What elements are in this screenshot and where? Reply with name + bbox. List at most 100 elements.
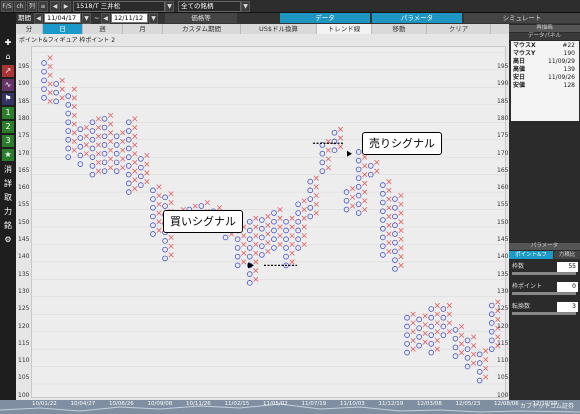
redraw-button[interactable]: 再描画 xyxy=(509,25,580,32)
o-mark xyxy=(101,124,108,131)
o-mark xyxy=(271,236,277,242)
param-value[interactable]: 55 xyxy=(557,262,578,272)
tab-parameter[interactable]: パラメータ xyxy=(372,13,462,23)
tab-usd[interactable]: US$ドル換算 xyxy=(241,24,317,34)
symbol-field[interactable]: 1518/T 三井松 xyxy=(73,1,165,12)
tab-minute[interactable]: 分 xyxy=(16,24,43,34)
x-tick-label: 10/11/26 xyxy=(186,401,211,407)
chart-panel: ポイント&フィギュア 枠ポイント 2 195 190 185 180 175 170 165… xyxy=(16,34,509,400)
mode-chart-button[interactable]: ch xyxy=(14,1,26,12)
o-mark xyxy=(319,168,326,174)
o-mark xyxy=(234,245,241,251)
param-value[interactable]: 0 xyxy=(557,282,578,292)
tab-trendline[interactable]: トレンド線 xyxy=(317,24,372,34)
arrow-left-icon[interactable]: ◀ xyxy=(50,1,60,12)
tab-clear[interactable]: クリア xyxy=(427,24,491,34)
list-button[interactable]: ≡ xyxy=(38,1,48,12)
y-tick-left: 135 xyxy=(18,270,30,278)
tab-daily[interactable]: 日 xyxy=(43,24,83,34)
mode-fs-button[interactable]: F/S xyxy=(1,1,13,12)
stock-button[interactable]: 銘 xyxy=(2,220,14,232)
param-value[interactable]: 3 xyxy=(557,302,578,312)
y-tick-right: 145 xyxy=(497,236,509,243)
indicator-icon[interactable]: ∿ xyxy=(2,79,14,91)
o-mark xyxy=(404,349,410,356)
brand-label: カブドットコム証券 xyxy=(520,403,575,410)
pf-chart xyxy=(32,52,505,385)
x-tick-label: 11/05/02 xyxy=(263,401,288,407)
flag-icon[interactable]: ⚑ xyxy=(2,93,14,105)
crosshair-icon[interactable]: ✚ xyxy=(2,37,14,49)
layout-2-button[interactable]: 2 xyxy=(2,121,14,133)
o-mark xyxy=(440,332,447,338)
x-mark xyxy=(386,231,392,237)
tab-simulate[interactable]: シミュレート xyxy=(464,13,580,23)
date-to-field[interactable]: 12/11/12 xyxy=(111,13,148,23)
list-dropdown-icon[interactable]: ▼ xyxy=(241,1,250,12)
o-mark xyxy=(452,353,459,359)
o-mark xyxy=(234,236,241,242)
x-mark xyxy=(168,199,174,206)
building-icon[interactable]: ⌂ xyxy=(2,51,14,63)
o-mark xyxy=(488,337,495,344)
x-mark xyxy=(71,95,77,101)
param-slider[interactable] xyxy=(512,292,576,295)
o-mark xyxy=(113,142,120,148)
date-from-field[interactable]: 11/04/17 xyxy=(44,13,81,23)
symbol-dropdown-icon[interactable]: ▼ xyxy=(165,1,174,12)
x-mark xyxy=(132,142,138,148)
date-mid-icon[interactable]: ◀ xyxy=(101,13,110,24)
x-mark xyxy=(313,184,319,190)
x-mark xyxy=(83,151,89,157)
x-mark xyxy=(434,302,440,309)
list-selector[interactable]: 全ての銘柄 xyxy=(178,1,241,12)
o-mark xyxy=(77,143,84,150)
date-from-calendar-icon[interactable]: ▼ xyxy=(82,13,91,24)
x-mark xyxy=(313,175,319,181)
x-mark xyxy=(95,151,102,157)
date-to-calendar-icon[interactable]: ▼ xyxy=(149,13,158,24)
tab-data[interactable]: データ xyxy=(280,13,370,23)
x-tick-label: 10/09/08 xyxy=(147,401,173,407)
x-mark xyxy=(168,252,174,258)
y-tick-right: 175 xyxy=(497,132,509,140)
param-slider[interactable] xyxy=(512,312,576,315)
tab-weekly[interactable]: 週 xyxy=(83,24,123,34)
tab-move[interactable]: 移動 xyxy=(372,24,427,34)
arrow-right-icon[interactable]: ▶ xyxy=(61,1,71,12)
param-tab-ratio[interactable]: 力積比 xyxy=(554,251,580,259)
layout-3-button[interactable]: 3 xyxy=(2,135,14,147)
o-mark xyxy=(89,145,96,152)
x-mark xyxy=(108,112,114,118)
detail-button[interactable]: 詳 xyxy=(2,178,14,190)
o-mark xyxy=(162,194,168,201)
menu-button[interactable]: 列 xyxy=(27,1,37,12)
x-tick-label: 10/06/26 xyxy=(109,401,134,407)
date-prev-icon[interactable]: ◀ xyxy=(34,13,43,24)
param-label: 転換数 xyxy=(512,303,531,310)
tab-custom-period[interactable]: カスタム期間 xyxy=(163,24,241,34)
y-tick-left: 125 xyxy=(18,305,30,313)
input-button[interactable]: 力 xyxy=(2,206,14,218)
tab-monthly[interactable]: 月 xyxy=(123,24,163,34)
consume-button[interactable]: 消 xyxy=(2,164,14,176)
param-tab-pf[interactable]: ポイント&フ xyxy=(509,251,553,259)
layout-1-button[interactable]: 1 xyxy=(2,107,14,119)
gear-icon[interactable]: ⚙ xyxy=(2,234,14,246)
dividend-button[interactable]: 価格等 xyxy=(165,13,237,23)
param-slider[interactable] xyxy=(512,272,576,275)
x-mark xyxy=(495,316,501,323)
x-mark xyxy=(337,126,344,132)
line-chart-icon[interactable]: ↗ xyxy=(2,65,14,77)
y-tick-right: 105 xyxy=(497,374,509,382)
x-mark xyxy=(156,227,162,234)
o-mark xyxy=(440,306,447,312)
x-mark xyxy=(301,215,307,221)
x-mark xyxy=(446,320,452,326)
o-mark xyxy=(295,227,301,234)
o-mark xyxy=(162,203,168,209)
trade-button[interactable]: 取 xyxy=(2,192,14,204)
x-mark xyxy=(132,133,138,139)
data-row-high-date: 高日 11/09/29 xyxy=(513,58,575,65)
star-icon[interactable]: ★ xyxy=(2,149,14,161)
